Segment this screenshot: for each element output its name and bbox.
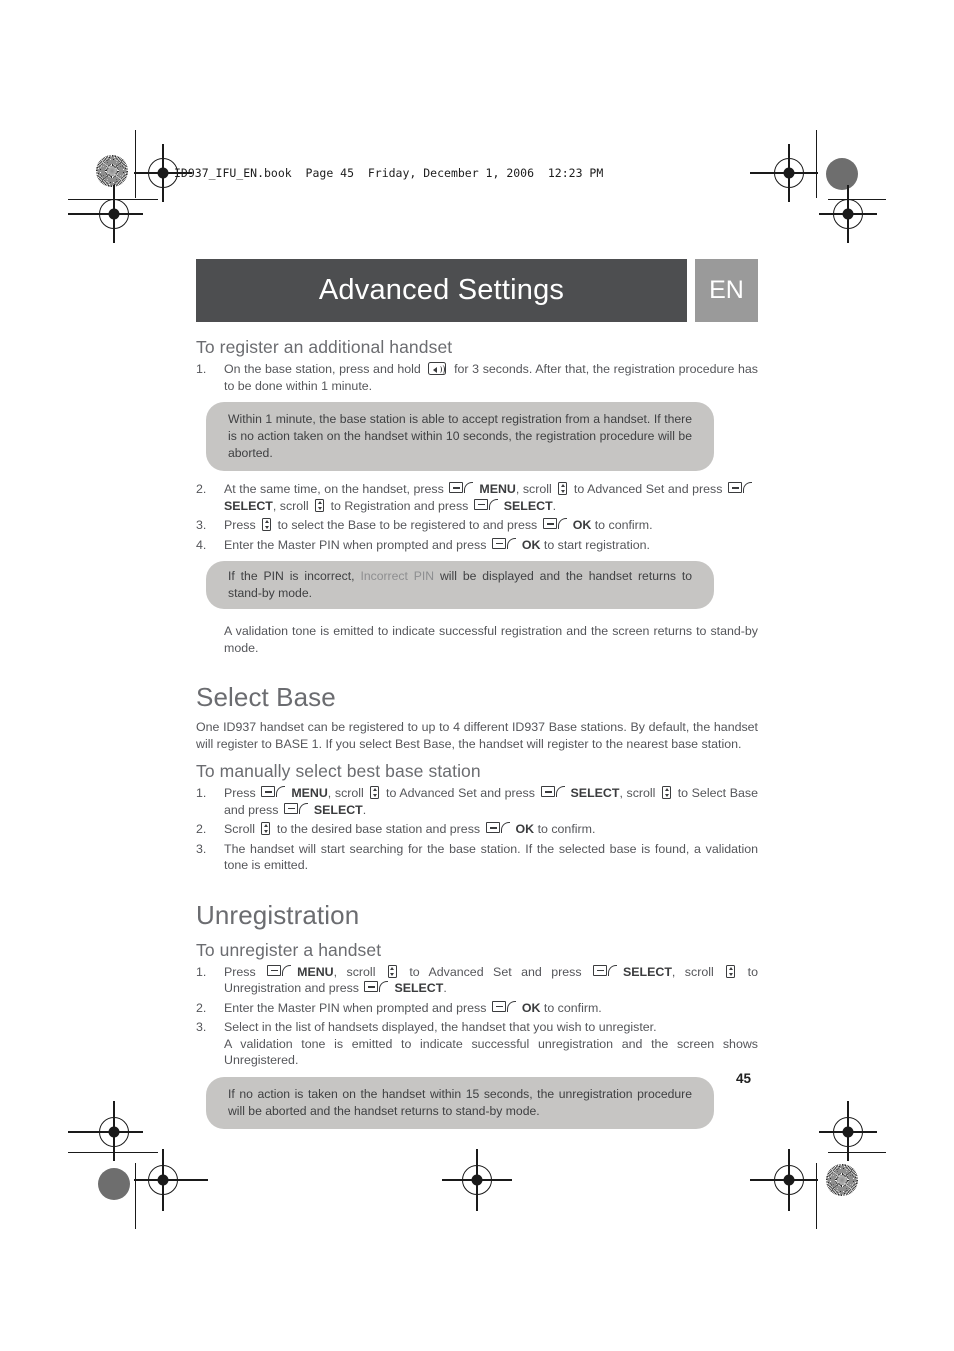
- soft-key-icon: [491, 1000, 517, 1013]
- crop-rule-top-left-vertical: [135, 130, 137, 198]
- density-patch-top-right: [826, 158, 858, 190]
- key-label: MENU: [297, 964, 334, 979]
- paging-key-icon: [428, 362, 447, 375]
- section-intro: One ID937 handset can be registered to u…: [196, 720, 758, 751]
- note-callout: If the PIN is incorrect, Incorrect PIN w…: [206, 561, 714, 609]
- page-title: Advanced Settings: [318, 274, 565, 306]
- step-item: Press MENU, scroll to Advanced Set and p…: [196, 785, 758, 817]
- step-list: At the same time, on the handset, press …: [196, 481, 758, 553]
- chapter-header: Advanced Settings EN: [196, 259, 758, 322]
- key-label: OK: [521, 537, 541, 552]
- scroll-key-icon: [315, 498, 325, 512]
- section-closing-text: A validation tone is emitted to indicate…: [224, 624, 758, 655]
- step-item: Enter the Master PIN when prompted and p…: [196, 1000, 602, 1016]
- scroll-key-icon: [726, 964, 736, 978]
- scroll-key-icon: [262, 518, 272, 531]
- key-label: OK: [515, 822, 535, 836]
- key-label: SELECT: [313, 802, 363, 817]
- registration-crosshair-bottom-left: [68, 1101, 143, 1161]
- key-label: MENU: [291, 786, 328, 800]
- step-list: Press MENU, scroll to Advanced Set and p…: [196, 785, 758, 874]
- crop-rule-top-right-vertical: [816, 130, 818, 198]
- section-subheading: To manually select best base station: [196, 761, 481, 781]
- soft-key-icon: [542, 518, 568, 530]
- scroll-key-icon: [387, 964, 397, 978]
- print-file-header: ID937_IFU_EN.book Page 45 Friday, Decemb…: [174, 166, 604, 180]
- registration-crosshair-left: [68, 185, 143, 243]
- step-item: Select in the list of handsets displayed…: [196, 1019, 758, 1067]
- crop-rule-bottom-right-vertical: [816, 1163, 818, 1229]
- sections-container: To register an additional handset On the …: [196, 337, 758, 1129]
- soft-key-icon: [540, 786, 566, 798]
- key-label: SELECT: [503, 498, 553, 513]
- step-item: The handset will start searching for the…: [196, 841, 758, 873]
- section-register-additional-handset: To register an additional handset On the …: [196, 337, 758, 656]
- scroll-key-icon: [370, 786, 380, 799]
- scroll-key-icon: [261, 822, 271, 835]
- key-label: SELECT: [224, 498, 273, 513]
- soft-key-icon: [728, 482, 753, 494]
- registration-crosshair-bottom-mid-left: [134, 1149, 208, 1211]
- chapter-title-bar: Advanced Settings: [196, 259, 687, 322]
- section-unregistration: Unregistration To unregister a handset Pre…: [196, 900, 758, 1129]
- note-callout: If no action is taken on the handset wit…: [206, 1076, 714, 1129]
- section-subheading: To unregister a handset: [196, 939, 382, 960]
- key-label: OK: [521, 1000, 541, 1015]
- display-text: Incorrect PIN: [360, 569, 435, 583]
- soft-key-icon: [261, 786, 286, 798]
- registration-starburst-top-left: [96, 155, 128, 187]
- soft-key-icon: [593, 964, 618, 977]
- section-select-base: Select Base One ID937 handset can be regi…: [196, 682, 758, 874]
- step-item: At the same time, on the handset, press …: [196, 481, 758, 514]
- page-content: Advanced Settings EN To register an addi…: [196, 259, 758, 1129]
- key-label: MENU: [479, 482, 516, 496]
- key-label: OK: [572, 518, 592, 532]
- page-number: 45: [736, 1071, 752, 1086]
- language-badge: EN: [695, 259, 758, 322]
- section-heading: To register an additional handset: [196, 337, 453, 357]
- section-heading: Unregistration: [196, 899, 360, 930]
- registration-crosshair-bottom-mid-right: [750, 1149, 818, 1211]
- key-label: SELECT: [394, 981, 444, 995]
- crop-rule-bottom-left-vertical: [135, 1163, 137, 1229]
- step-item: Press to select the Base to be registere…: [196, 517, 653, 533]
- registration-crosshair-top-right: [750, 144, 818, 202]
- soft-key-icon: [473, 498, 499, 511]
- note-callout: Within 1 minute, the base station is abl…: [206, 402, 714, 471]
- soft-key-icon: [491, 537, 517, 550]
- step-list: On the base station, press and hold for …: [196, 361, 758, 394]
- crop-rule-bottom-left-horizontal: [68, 1152, 158, 1154]
- step-item: On the base station, press and hold for …: [196, 361, 758, 393]
- soft-key-icon: [283, 802, 309, 815]
- registration-starburst-bottom-right: [826, 1164, 858, 1196]
- step-list: Press MENU, scroll to Advanced Set and p…: [196, 964, 758, 1069]
- soft-key-icon: [449, 482, 474, 494]
- step-item: Scroll to the desired base station and p…: [196, 821, 596, 837]
- density-patch-bottom-left: [98, 1168, 130, 1200]
- registration-crosshair-bottom-center: [442, 1149, 512, 1211]
- scroll-key-icon: [558, 482, 568, 495]
- key-label: SELECT: [570, 786, 620, 800]
- step-item: Enter the Master PIN when prompted and p…: [196, 537, 650, 553]
- soft-key-icon: [485, 822, 511, 834]
- soft-key-icon: [364, 981, 389, 993]
- crop-rule-bottom-right-horizontal: [828, 1152, 886, 1154]
- soft-key-icon: [267, 964, 292, 977]
- key-label: SELECT: [623, 964, 672, 979]
- registration-crosshair-bottom-right: [819, 1101, 877, 1161]
- step-item: Press MENU, scroll to Advanced Set and p…: [196, 964, 758, 996]
- section-heading: Select Base: [196, 682, 336, 712]
- registration-crosshair-right: [819, 185, 877, 243]
- scroll-key-icon: [662, 786, 672, 799]
